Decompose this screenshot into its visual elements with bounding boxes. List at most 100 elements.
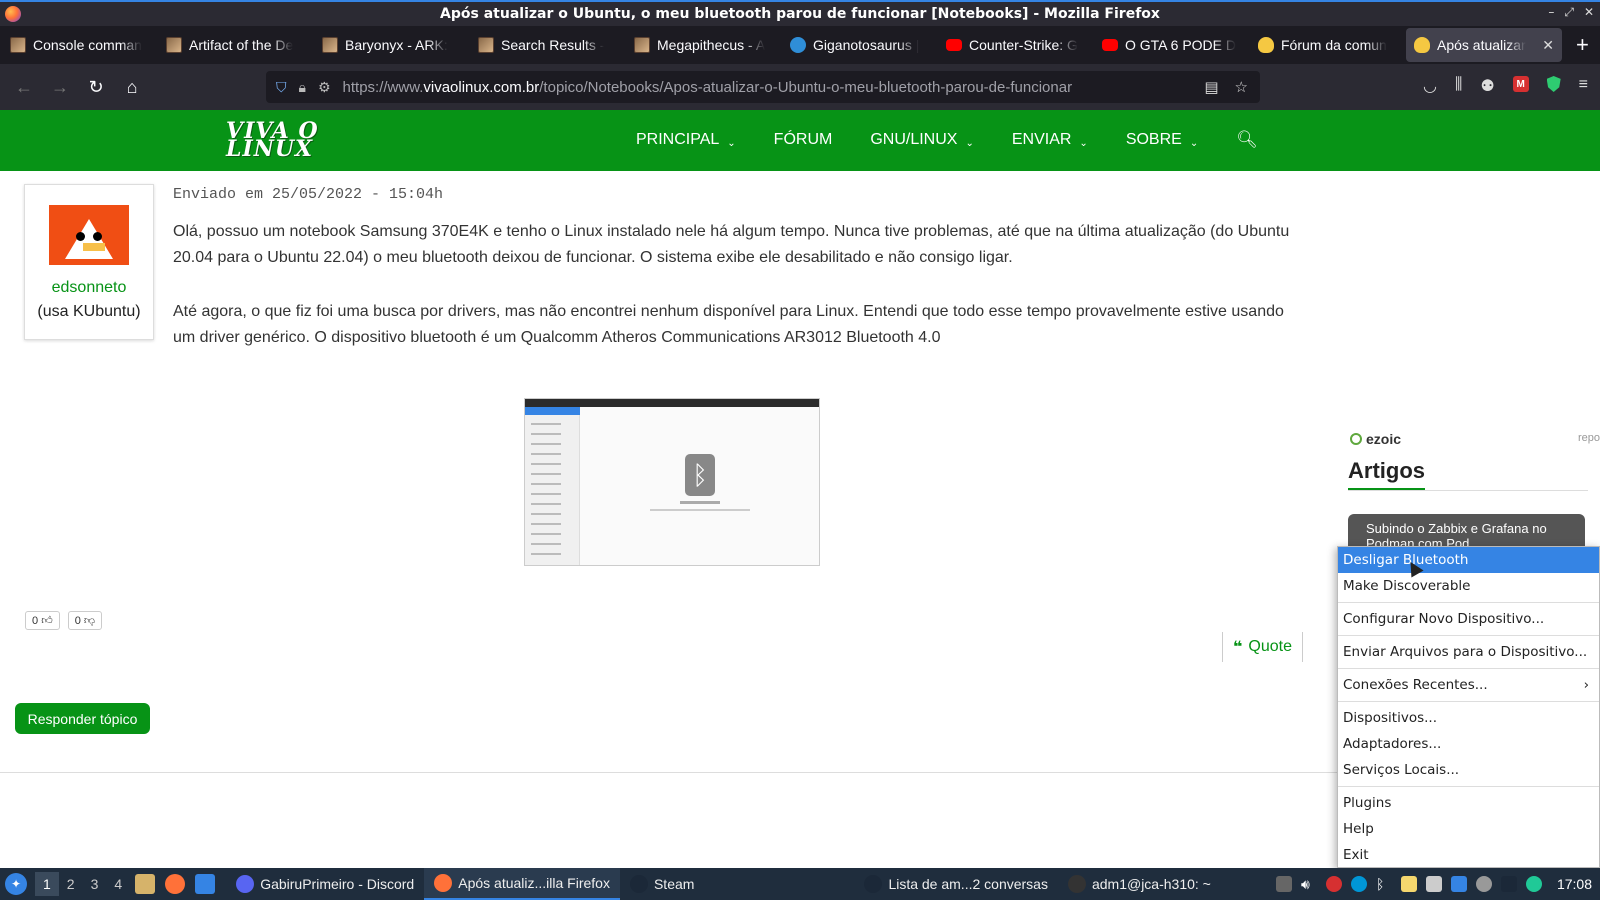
lock-icon[interactable]: 🔒︎ <box>299 79 306 96</box>
workspace-switcher[interactable]: 3 <box>83 872 107 896</box>
firefox-launcher-icon[interactable] <box>165 874 186 894</box>
notification-icon[interactable] <box>1450 876 1467 892</box>
hp-printer-icon[interactable] <box>1350 876 1367 892</box>
browser-tab[interactable]: Console comman <box>2 28 158 62</box>
home-button[interactable]: ⌂ <box>114 71 150 103</box>
settings-tray-icon[interactable] <box>1475 876 1492 892</box>
workspace-switcher[interactable]: 1 <box>35 872 59 896</box>
taskbar-window-button[interactable]: adm1@jca-h310: ~ <box>1058 868 1221 900</box>
site-header: VIVA O LINUX PRINCIPAL ⌄ FÓRUM GNU/LINUX ⌄ EN… <box>0 110 1600 171</box>
window-title: Após atualizar o Ubuntu, o meu bluetooth… <box>440 6 1160 22</box>
clipboard-icon[interactable] <box>1275 876 1292 892</box>
site-menu-item[interactable]: SOBRE ⌄ <box>1126 130 1198 150</box>
close-icon[interactable]: ✕ <box>1584 5 1594 20</box>
tracking-shield-icon[interactable]: ⛉ <box>276 79 287 96</box>
start-menu-icon[interactable]: ✦ <box>5 873 27 895</box>
volume-icon[interactable]: 🔊︎ <box>1301 876 1317 892</box>
upvote-button[interactable]: 0 👍︎ <box>25 611 60 630</box>
context-menu-label: Make Discoverable <box>1343 578 1471 594</box>
context-menu-item[interactable]: Help <box>1338 816 1599 842</box>
browser-tab[interactable]: Search Results - <box>470 28 626 62</box>
taskbar-window-label: Steam <box>653 876 695 892</box>
context-menu-label: Adaptadores... <box>1343 736 1442 752</box>
workspace-switcher[interactable]: 2 <box>59 872 83 896</box>
avatar[interactable] <box>49 205 129 265</box>
context-menu-item[interactable]: Exit <box>1338 842 1599 868</box>
taskbar-window-button[interactable]: Após atualiz...illa Firefox <box>424 868 620 900</box>
hamburger-menu-icon[interactable]: ≡ <box>1579 76 1588 96</box>
clock[interactable]: 17:08 <box>1557 876 1592 892</box>
reader-view-icon[interactable]: ▤ <box>1204 78 1218 96</box>
mega-tray-icon[interactable] <box>1325 876 1342 892</box>
steam-icon <box>629 875 648 893</box>
notes-icon[interactable] <box>1400 876 1417 892</box>
taskbar-window-button[interactable]: Lista de am...2 conversas <box>854 868 1058 900</box>
site-menu-item[interactable]: PRINCIPAL ⌄ <box>636 130 736 150</box>
context-menu-item[interactable]: Adaptadores... <box>1338 731 1599 757</box>
post-screenshot-image[interactable]: ᛒ <box>524 398 820 566</box>
display-icon[interactable] <box>1425 876 1442 892</box>
context-menu-item[interactable]: Dispositivos... <box>1338 705 1599 731</box>
browser-tab[interactable]: Baryonyx - ARK: <box>314 28 470 62</box>
browser-tab[interactable]: O GTA 6 PODE D <box>1094 28 1250 62</box>
browser-tab[interactable]: Fórum da comun <box>1250 28 1406 62</box>
context-menu-item[interactable]: Make Discoverable <box>1338 573 1599 599</box>
browser-tab[interactable]: Megapithecus - A <box>626 28 782 62</box>
ezoic-label: ezoic <box>1366 431 1402 447</box>
steam-tray-icon[interactable] <box>1500 876 1517 892</box>
logo-line-2: LINUX <box>226 136 314 162</box>
bookmark-star-icon[interactable]: ☆ <box>1235 78 1248 96</box>
ark-icon <box>322 37 338 53</box>
context-menu-item[interactable]: Plugins <box>1338 790 1599 816</box>
minimize-icon[interactable]: – <box>1548 5 1554 20</box>
browser-tab[interactable]: Counter-Strike: G <box>938 28 1094 62</box>
site-menu-item[interactable]: GNU/LINUX ⌄ <box>870 130 974 150</box>
ezoic-badge[interactable]: ezoic <box>1350 431 1401 447</box>
site-logo[interactable]: VIVA O LINUX <box>226 120 319 162</box>
thumbs-down-icon: 👎︎ <box>83 615 96 627</box>
context-menu-item[interactable]: Enviar Arquivos para o Dispositivo... <box>1338 639 1599 665</box>
extension-icon[interactable]: ⚉ <box>1480 76 1494 96</box>
articles-heading: Artigos <box>1348 458 1425 491</box>
network-icon[interactable] <box>1525 876 1542 892</box>
adblock-shield-icon[interactable] <box>1546 76 1561 92</box>
context-menu-item[interactable]: Configurar Novo Dispositivo... <box>1338 606 1599 632</box>
reload-button[interactable]: ↻ <box>78 71 114 103</box>
taskbar-window-button[interactable]: Steam <box>620 868 704 900</box>
site-menu-item[interactable]: ENVIAR ⌄ <box>1012 130 1088 150</box>
reply-topic-button[interactable]: Responder tópico <box>15 703 150 734</box>
taskbar-window-button[interactable]: GabiruPrimeiro - Discord <box>226 868 424 900</box>
downvote-button[interactable]: 0 👎︎ <box>67 611 103 630</box>
context-menu-item[interactable]: Desligar Bluetooth <box>1338 547 1599 573</box>
report-link[interactable]: repo <box>1578 432 1600 444</box>
mega-extension-icon[interactable]: M <box>1512 76 1529 92</box>
browser-tab[interactable]: Artifact of the De <box>158 28 314 62</box>
workspace-switcher[interactable]: 4 <box>106 872 130 896</box>
browser-tab[interactable]: Giganotosaurus | <box>782 28 938 62</box>
context-menu-label: Plugins <box>1343 795 1392 811</box>
site-menu-label: FÓRUM <box>773 131 833 148</box>
desktop-icon[interactable] <box>195 874 216 894</box>
library-icon[interactable]: ⫼ <box>1455 76 1462 96</box>
search-icon[interactable]: 🔍︎ <box>1236 130 1258 150</box>
url-path: /topico/Notebooks/Apos-atualizar-o-Ubunt… <box>539 78 1073 96</box>
pocket-icon[interactable]: ◡ <box>1423 76 1437 96</box>
browser-tab[interactable]: Após atualizar ✕ <box>1406 28 1562 62</box>
forward-button[interactable]: → <box>42 71 78 103</box>
context-menu-item[interactable]: Conexões Recentes... › <box>1338 672 1599 698</box>
url-bar[interactable]: ⛉ 🔒︎ ⚙ https://www. vivaolinux.com.br/top… <box>266 71 1260 103</box>
context-menu-item[interactable]: Serviços Locais... <box>1338 757 1599 783</box>
username-link[interactable]: edsonneto <box>25 279 153 297</box>
file-manager-icon[interactable] <box>135 874 156 894</box>
context-menu-label: Help <box>1343 821 1374 837</box>
ark-icon <box>634 37 650 53</box>
quote-button[interactable]: ❝ Quote <box>1222 632 1303 662</box>
back-button[interactable]: ← <box>6 71 42 103</box>
new-tab-button[interactable]: + <box>1576 32 1589 58</box>
permissions-icon[interactable]: ⚙ <box>318 79 331 96</box>
site-menu-item[interactable]: FÓRUM <box>774 130 833 150</box>
maximize-icon[interactable]: ⤢ <box>1564 5 1574 20</box>
close-tab-icon[interactable]: ✕ <box>1542 37 1554 54</box>
bluetooth-tray-icon[interactable]: ᛒ <box>1376 876 1392 892</box>
taskbar-window-label: Lista de am...2 conversas <box>888 876 1048 892</box>
